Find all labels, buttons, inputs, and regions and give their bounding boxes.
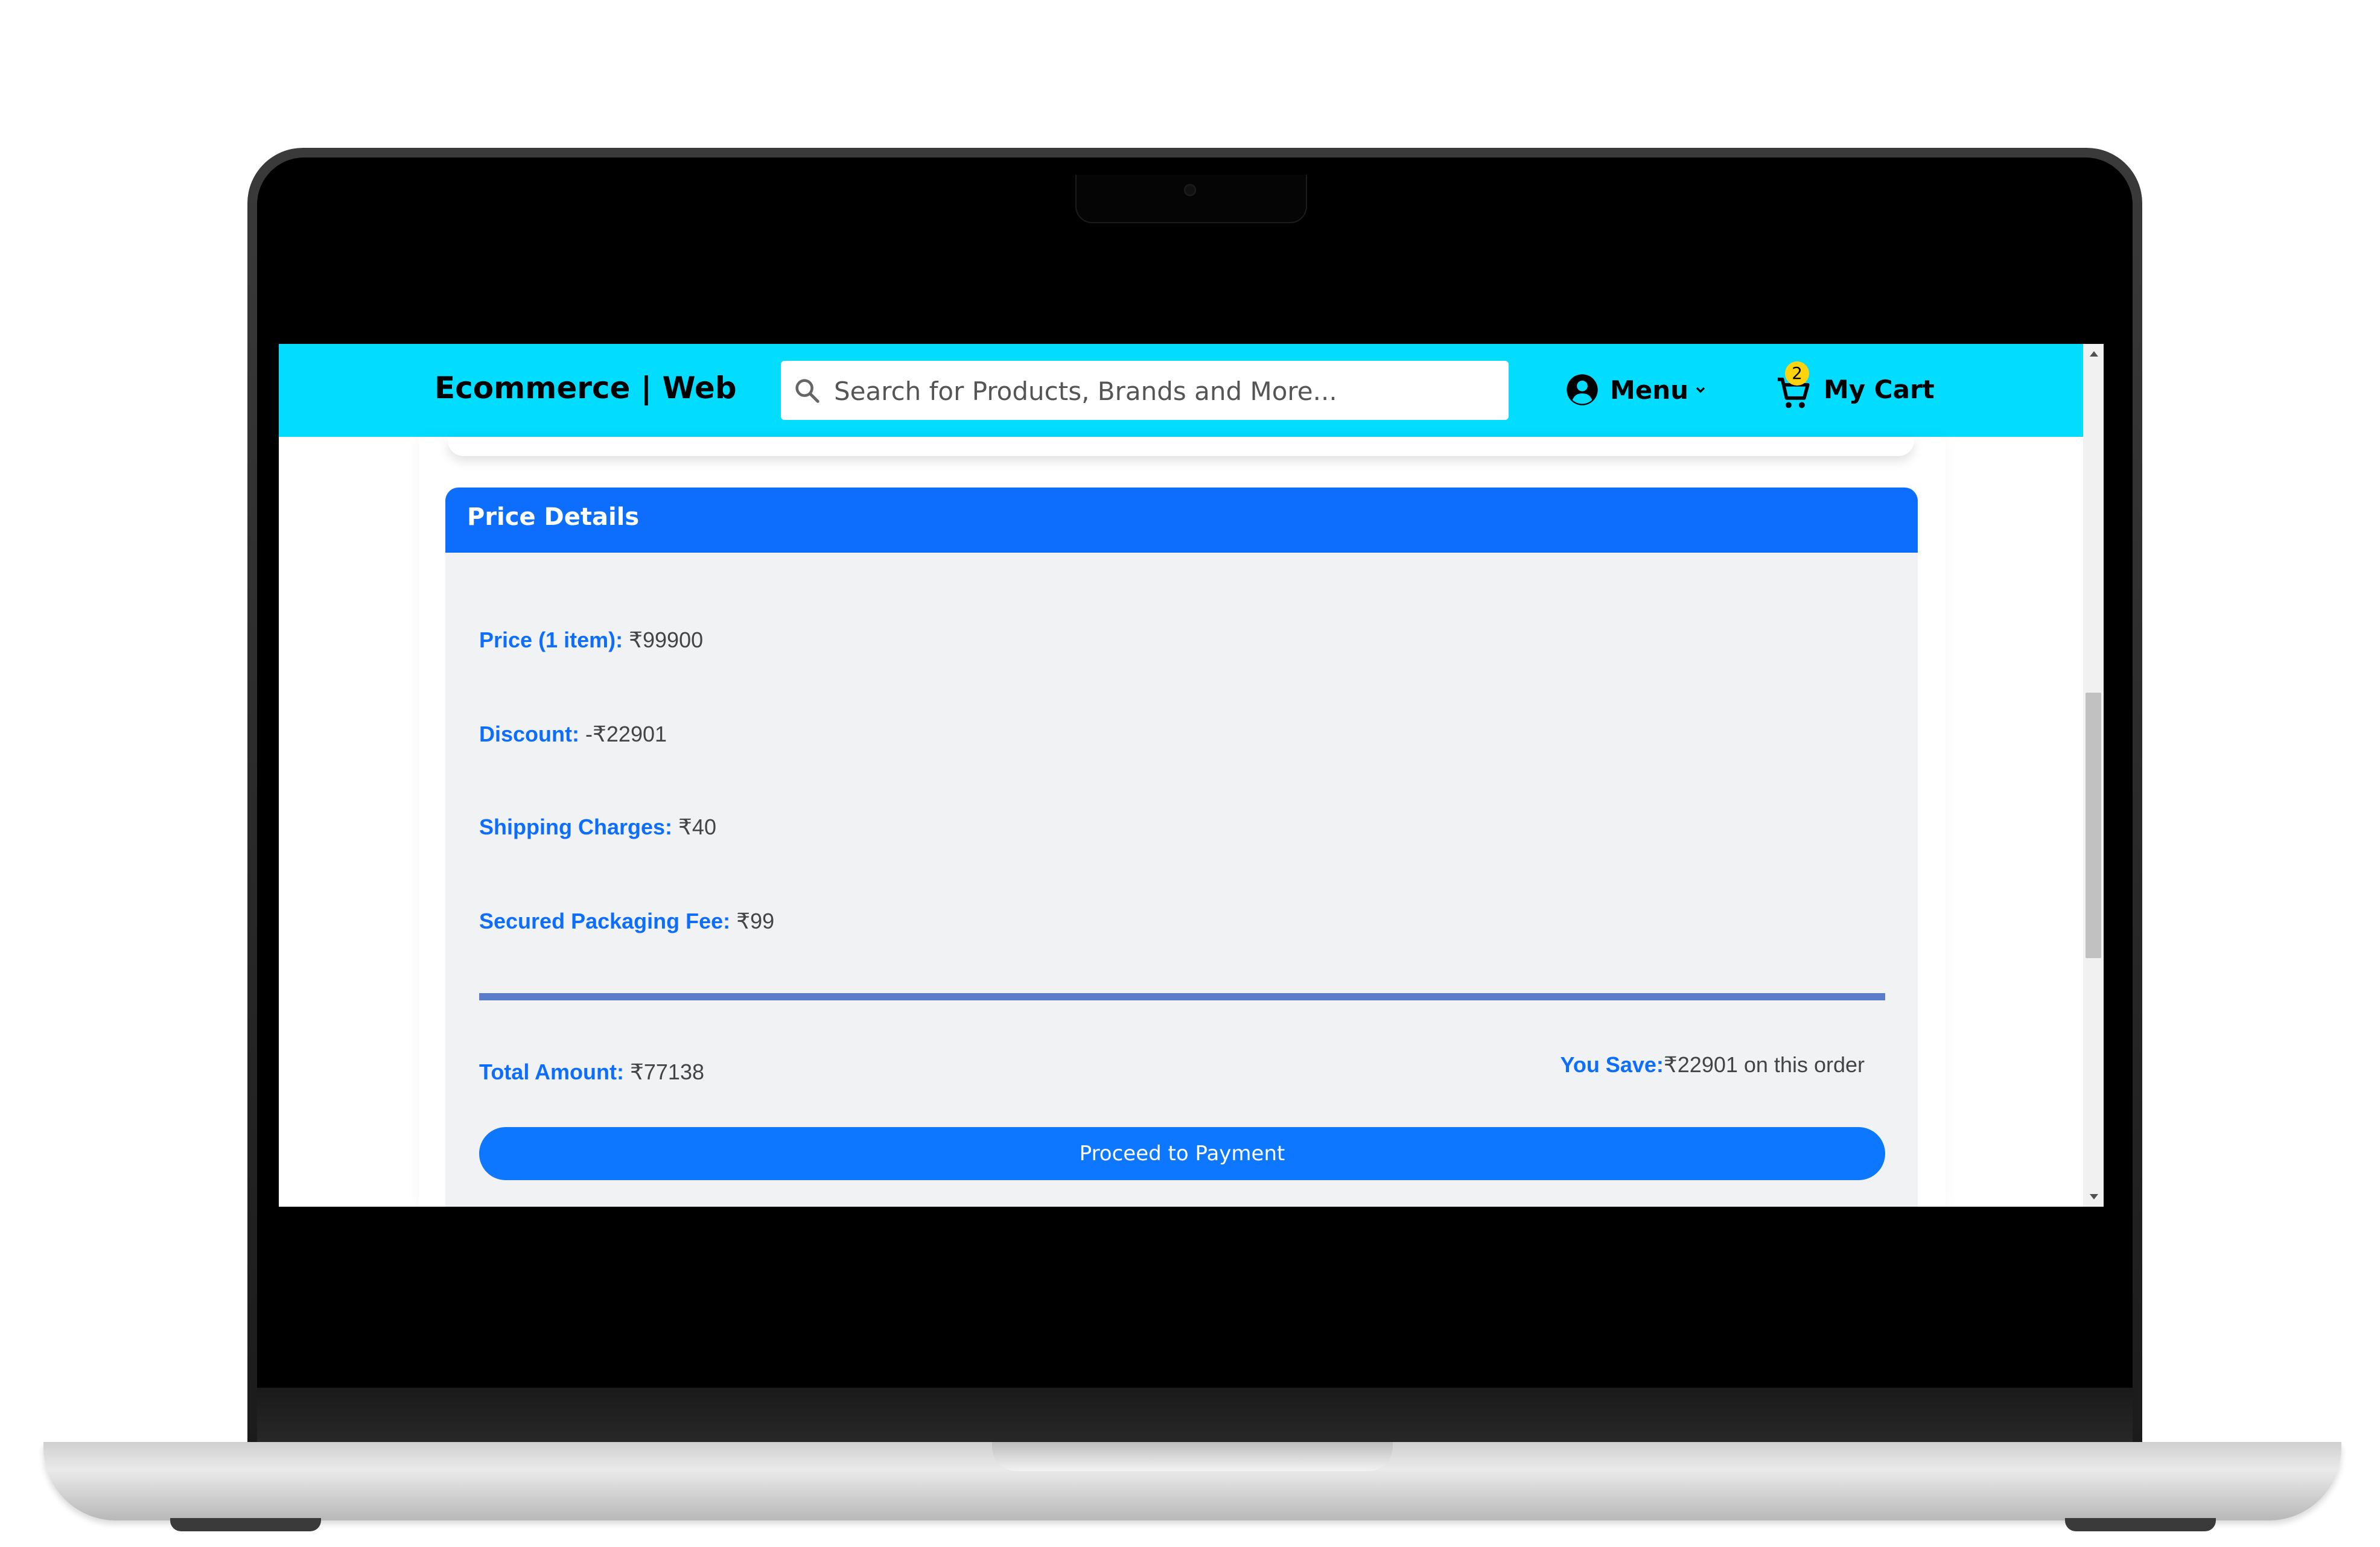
total-amount-label: Total Amount: — [479, 1059, 624, 1084]
savings-note: You Save:₹22901 on this order — [1560, 1052, 1865, 1078]
price-value: ₹99900 — [629, 627, 704, 652]
laptop-mockup: Ecommerce | Web Menu — [0, 0, 2380, 1547]
proceed-to-payment-button[interactable]: Proceed to Payment — [479, 1127, 1885, 1180]
cart-icon-wrapper: 2 — [1775, 361, 1813, 412]
laptop-foot-left — [170, 1518, 321, 1531]
price-row: Price (1 item): ₹99900 — [479, 627, 703, 653]
brand-logo[interactable]: Ecommerce | Web — [434, 370, 737, 405]
total-amount-value: ₹77138 — [629, 1059, 704, 1084]
user-circle-icon — [1567, 374, 1598, 405]
trackpad-notch — [992, 1442, 1393, 1471]
divider — [479, 993, 1885, 1000]
savings-label: You Save: — [1560, 1052, 1664, 1077]
chevron-down-icon — [1696, 387, 1705, 393]
vertical-scrollbar[interactable] — [2083, 344, 2104, 1207]
menu-dropdown[interactable]: Menu — [1565, 372, 1707, 408]
cart-button[interactable]: 2 My Cart — [1775, 361, 1935, 416]
cart-count-badge: 2 — [1785, 361, 1809, 386]
search-input[interactable] — [833, 361, 1499, 421]
navbar: Ecommerce | Web Menu — [279, 344, 2083, 437]
previous-card-edge — [448, 437, 1914, 456]
camera-notch — [1075, 175, 1307, 223]
price-details-card: Price Details Price (1 item): ₹99900 Dis… — [445, 488, 1918, 1207]
camera-icon — [1184, 184, 1196, 196]
shipping-row: Shipping Charges: ₹40 — [479, 815, 716, 840]
price-label: Price (1 item): — [479, 627, 623, 652]
shipping-value: ₹40 — [678, 815, 716, 839]
search-icon — [795, 379, 819, 403]
laptop-foot-right — [2065, 1518, 2216, 1531]
cart-label: My Cart — [1824, 374, 1935, 404]
discount-row: Discount: -₹22901 — [479, 722, 667, 747]
total-amount-row: Total Amount: ₹77138 — [479, 1059, 704, 1085]
menu-label: Menu — [1610, 375, 1689, 405]
discount-label: Discount: — [479, 722, 579, 746]
shipping-label: Shipping Charges: — [479, 815, 673, 839]
search-bar[interactable] — [781, 361, 1509, 421]
page-content: Price Details Price (1 item): ₹99900 Dis… — [279, 437, 2083, 1207]
scroll-up-arrow-icon[interactable] — [2090, 351, 2098, 357]
price-details-title: Price Details — [467, 503, 640, 531]
scroll-down-arrow-icon[interactable] — [2090, 1194, 2098, 1199]
price-details-header: Price Details — [445, 488, 1918, 553]
discount-value: -₹22901 — [585, 722, 667, 746]
scrollbar-thumb[interactable] — [2086, 693, 2101, 958]
browser-viewport: Ecommerce | Web Menu — [279, 344, 2104, 1207]
packaging-fee-value: ₹99 — [736, 909, 775, 933]
packaging-fee-row: Secured Packaging Fee: ₹99 — [479, 909, 774, 934]
packaging-fee-label: Secured Packaging Fee: — [479, 909, 731, 933]
savings-value: ₹22901 on this order — [1663, 1052, 1865, 1077]
